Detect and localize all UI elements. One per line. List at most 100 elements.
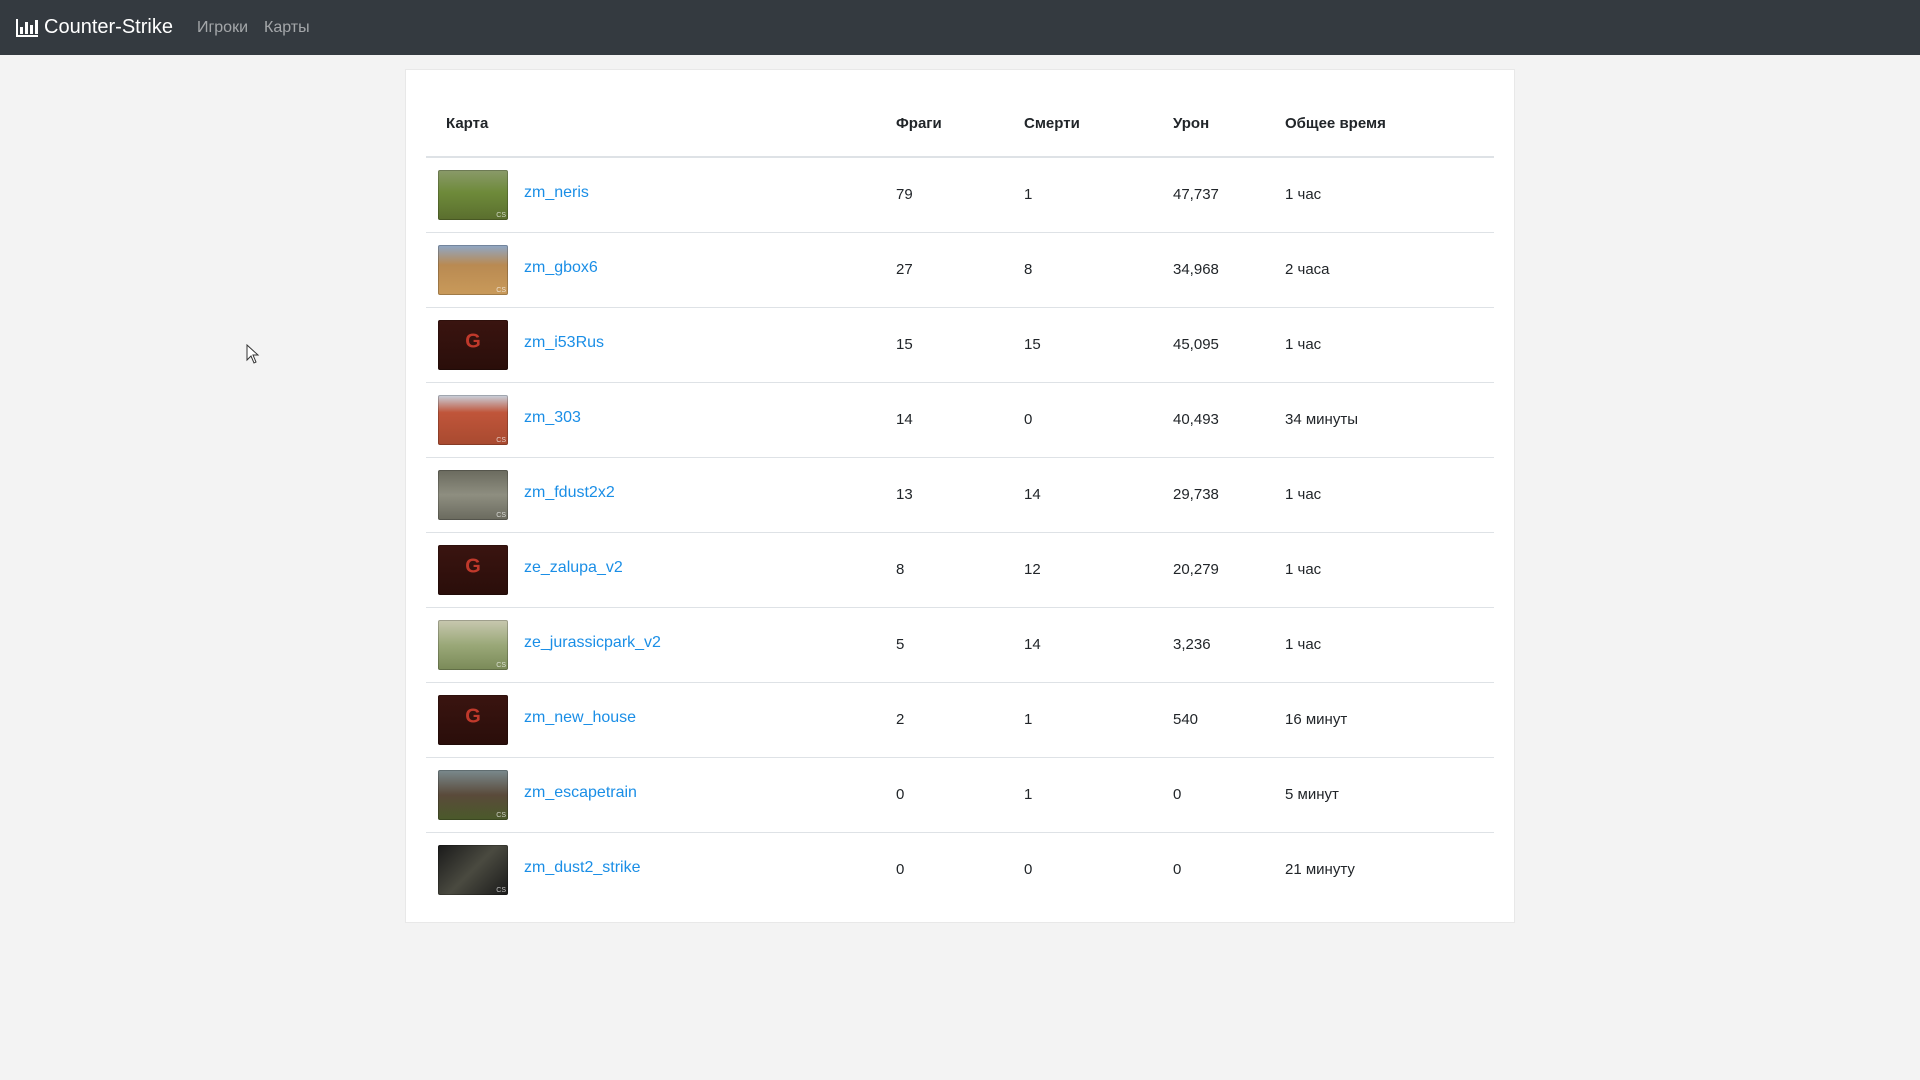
map-thumbnail[interactable]: CS — [438, 169, 508, 220]
map-logo-icon: G — [465, 555, 481, 578]
map-cell: CS zm_dust2_strike — [426, 832, 876, 907]
cs-watermark: CS — [496, 811, 506, 819]
time-cell: 34 минуты — [1265, 382, 1494, 458]
map-link[interactable]: zm_303 — [524, 409, 581, 427]
time-cell: 1 час — [1265, 532, 1494, 608]
deaths-cell: 1 — [1004, 682, 1153, 758]
map-cell: CS zm_neris — [426, 157, 876, 233]
map-cell: CS zm_fdust2x2 — [426, 457, 876, 533]
header-damage[interactable]: Урон — [1153, 90, 1265, 158]
deaths-cell: 8 — [1004, 232, 1153, 308]
header-total-time[interactable]: Общее время — [1265, 90, 1494, 158]
navbar: Counter-Strike Игроки Карты — [0, 0, 1920, 55]
map-link[interactable]: zm_fdust2x2 — [524, 484, 615, 502]
cs-watermark: CS — [496, 661, 506, 669]
table-row: CS zm_fdust2x2 13 14 29,738 1 час — [426, 457, 1494, 533]
map-cell: G zm_new_house — [426, 682, 876, 758]
damage-cell: 3,236 — [1153, 607, 1265, 683]
header-map[interactable]: Карта — [426, 90, 876, 158]
table-row: CS zm_neris 79 1 47,737 1 час — [426, 157, 1494, 233]
mouse-cursor-icon — [246, 344, 260, 364]
table-row: G ze_zalupa_v2 8 12 20,279 1 час — [426, 532, 1494, 608]
header-frags[interactable]: Фраги — [876, 90, 1004, 158]
time-cell: 1 час — [1265, 607, 1494, 683]
table-row: CS zm_303 14 0 40,493 34 минуты — [426, 382, 1494, 458]
brand-link[interactable]: Counter-Strike — [16, 16, 173, 39]
cs-watermark: CS — [496, 886, 506, 894]
time-cell: 16 минут — [1265, 682, 1494, 758]
map-link[interactable]: zm_i53Rus — [524, 334, 604, 352]
damage-cell: 20,279 — [1153, 532, 1265, 608]
deaths-cell: 14 — [1004, 607, 1153, 683]
map-cell: CS ze_jurassicpark_v2 — [426, 607, 876, 683]
damage-cell: 29,738 — [1153, 457, 1265, 533]
map-link[interactable]: zm_gbox6 — [524, 259, 598, 277]
table-header-row: Карта Фраги Смерти Урон Общее время — [426, 90, 1494, 158]
table-row: G zm_new_house 2 1 540 16 минут — [426, 682, 1494, 758]
time-cell: 21 минуту — [1285, 861, 1355, 879]
frags-cell: 13 — [876, 457, 1004, 533]
cs-watermark: CS — [496, 436, 506, 444]
map-link[interactable]: ze_zalupa_v2 — [524, 559, 623, 577]
map-thumbnail[interactable]: G — [438, 544, 508, 595]
map-cell: G ze_zalupa_v2 — [426, 532, 876, 608]
header-deaths[interactable]: Смерти — [1004, 90, 1153, 158]
damage-cell: 45,095 — [1153, 307, 1265, 383]
frags-cell: 0 — [876, 757, 1004, 833]
deaths-cell: 1 — [1004, 157, 1153, 233]
damage-cell: 40,493 — [1153, 382, 1265, 458]
time-cell: 2 часа — [1265, 232, 1494, 308]
map-logo-icon: G — [465, 705, 481, 728]
map-thumbnail[interactable]: CS — [438, 394, 508, 445]
table-row: G zm_i53Rus 15 15 45,095 1 час — [426, 307, 1494, 383]
time-cell: 5 минут — [1265, 757, 1494, 833]
frags-cell: 0 — [896, 861, 905, 879]
deaths-cell: 1 — [1004, 757, 1153, 833]
damage-cell: 0 — [1173, 861, 1182, 879]
map-link[interactable]: zm_escapetrain — [524, 784, 637, 802]
map-thumbnail[interactable]: CS — [438, 844, 508, 895]
table-row: CS zm_gbox6 27 8 34,968 2 часа — [426, 232, 1494, 308]
cs-watermark: CS — [496, 211, 506, 219]
table-row: CS ze_jurassicpark_v2 5 14 3,236 1 час — [426, 607, 1494, 683]
map-logo-icon: G — [465, 330, 481, 353]
time-cell: 1 час — [1265, 157, 1494, 233]
frags-cell: 79 — [876, 157, 1004, 233]
frags-cell: 2 — [876, 682, 1004, 758]
nav-link-players[interactable]: Игроки — [197, 19, 248, 37]
map-thumbnail[interactable]: CS — [438, 619, 508, 670]
deaths-cell: 0 — [1004, 382, 1153, 458]
map-thumbnail[interactable]: CS — [438, 244, 508, 295]
map-thumbnail[interactable]: CS — [438, 469, 508, 520]
damage-cell: 540 — [1153, 682, 1265, 758]
bar-chart-icon — [16, 18, 38, 37]
map-link[interactable]: zm_dust2_strike — [524, 859, 641, 877]
maps-table: Карта Фраги Смерти Урон Общее время CS z… — [426, 90, 1494, 907]
map-cell: CS zm_escapetrain — [426, 757, 876, 833]
frags-cell: 5 — [876, 607, 1004, 683]
brand-label: Counter-Strike — [44, 16, 173, 38]
frags-cell: 27 — [876, 232, 1004, 308]
map-link[interactable]: zm_neris — [524, 184, 589, 202]
deaths-cell: 15 — [1004, 307, 1153, 383]
table-row: CS zm_dust2_strike 0 0 0 21 минуту — [426, 832, 1494, 907]
map-thumbnail[interactable]: CS — [438, 769, 508, 820]
frags-cell: 15 — [876, 307, 1004, 383]
damage-cell: 47,737 — [1153, 157, 1265, 233]
frags-cell: 14 — [876, 382, 1004, 458]
maps-card: Карта Фраги Смерти Урон Общее время CS z… — [405, 69, 1515, 923]
map-link[interactable]: zm_new_house — [524, 709, 636, 727]
time-cell: 1 час — [1265, 457, 1494, 533]
map-cell: CS zm_gbox6 — [426, 232, 876, 308]
map-thumbnail[interactable]: G — [438, 694, 508, 745]
map-cell: CS zm_303 — [426, 382, 876, 458]
deaths-cell: 12 — [1004, 532, 1153, 608]
cs-watermark: CS — [496, 511, 506, 519]
nav-link-maps[interactable]: Карты — [264, 19, 310, 37]
map-cell: G zm_i53Rus — [426, 307, 876, 383]
deaths-cell: 0 — [1024, 861, 1033, 879]
deaths-cell: 14 — [1004, 457, 1153, 533]
map-thumbnail[interactable]: G — [438, 319, 508, 370]
frags-cell: 8 — [876, 532, 1004, 608]
map-link[interactable]: ze_jurassicpark_v2 — [524, 634, 661, 652]
